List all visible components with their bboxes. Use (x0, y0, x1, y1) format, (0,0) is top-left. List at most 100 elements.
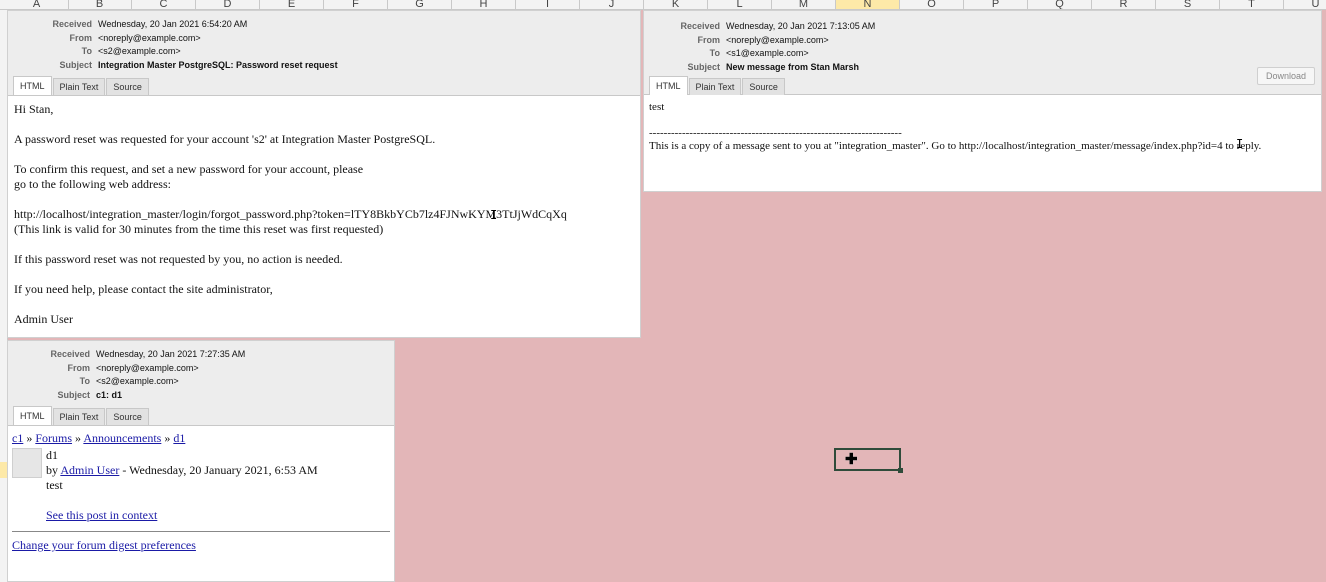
breadcrumb-link[interactable]: Forums (35, 431, 72, 445)
post-date: - Wednesday, 20 January 2021, 6:53 AM (122, 463, 318, 477)
tab-source[interactable]: Source (106, 408, 149, 425)
subject-value: Integration Master PostgreSQL: Password … (98, 59, 338, 70)
column-header-g[interactable]: G (388, 0, 452, 9)
column-header-e[interactable]: E (260, 0, 324, 9)
received-value: Wednesday, 20 Jan 2021 7:27:35 AM (96, 349, 246, 359)
to-value: <s2@example.com> (96, 376, 179, 386)
column-header-r[interactable]: R (1092, 0, 1156, 9)
column-header-k[interactable]: K (644, 0, 708, 9)
column-header-j[interactable]: J (580, 0, 644, 9)
post-context-link[interactable]: See this post in context (46, 508, 157, 522)
by-prefix: by (46, 463, 58, 477)
email-body: c1 » Forums » Announcements » d1 d1 by A… (8, 426, 394, 558)
view-tabs: HTML Plain Text Source (644, 76, 1321, 95)
breadcrumb-link[interactable]: d1 (173, 431, 185, 445)
breadcrumb-link[interactable]: c1 (12, 431, 23, 445)
author-link[interactable]: Admin User (60, 463, 119, 477)
to-label: To (79, 376, 90, 386)
body-text: To confirm this request, and set a new p… (14, 162, 364, 176)
column-header-l[interactable]: L (708, 0, 772, 9)
text-cursor-icon: I (490, 208, 498, 222)
from-label: From (697, 34, 721, 45)
received-label: Received (52, 19, 92, 29)
tab-plain-text[interactable]: Plain Text (52, 408, 106, 425)
column-header-a[interactable]: A (5, 0, 69, 9)
column-header-c[interactable]: C (132, 0, 196, 9)
text-cursor-icon: I (1236, 137, 1244, 151)
body-text: If you need help, please contact the sit… (14, 282, 273, 296)
subject-value: New message from Stan Marsh (726, 61, 860, 72)
divider-line: ----------------------------------------… (649, 127, 902, 139)
column-header-f[interactable]: F (324, 0, 388, 9)
column-header-b[interactable]: B (68, 0, 132, 9)
breadcrumb-separator: » (75, 431, 82, 445)
download-button[interactable]: Download (1256, 67, 1315, 85)
from-value: <noreply@example.com> (98, 32, 201, 43)
body-text: (This link is valid for 30 minutes from … (14, 222, 384, 236)
breadcrumb-link[interactable]: Announcements (83, 431, 161, 445)
column-header-i[interactable]: I (516, 0, 580, 9)
email-preview-forum-post: Received Wednesday, 20 Jan 2021 7:27:35 A… (7, 340, 395, 582)
column-header-p[interactable]: P (964, 0, 1028, 9)
body-text: test (649, 101, 665, 113)
column-header-u[interactable]: U (1284, 0, 1326, 9)
post-byline: by Admin User - Wednesday, 20 January 20… (46, 463, 318, 478)
to-value: <s1@example.com> (726, 48, 809, 58)
column-header-o[interactable]: O (900, 0, 964, 9)
breadcrumb-separator: » (164, 431, 171, 445)
divider (12, 531, 390, 532)
tab-source[interactable]: Source (742, 78, 785, 95)
subject-label: Subject (57, 389, 90, 400)
tab-html[interactable]: HTML (649, 76, 688, 95)
received-label: Received (680, 21, 720, 31)
column-header-d[interactable]: D (196, 0, 260, 9)
footer-text: This is a copy of a message sent to you … (649, 140, 1262, 152)
from-label: From (67, 362, 91, 373)
view-tabs: HTML Plain Text Source (8, 406, 394, 426)
crosshair-cursor-icon: ✚ (845, 451, 858, 468)
avatar (12, 448, 42, 478)
tab-source[interactable]: Source (106, 78, 149, 95)
received-label: Received (50, 349, 90, 359)
view-tabs: HTML Plain Text Source (8, 76, 640, 96)
email-preview-password-reset: Received Wednesday, 20 Jan 2021 6:54:20 A… (7, 10, 641, 338)
breadcrumb: c1 » Forums » Announcements » d1 (12, 431, 390, 446)
email-header: Received Wednesday, 20 Jan 2021 6:54:20 A… (8, 11, 640, 96)
post-title: d1 (46, 448, 58, 462)
email-body: Hi Stan, A password reset was requested … (8, 96, 640, 333)
body-text: If this password reset was not requested… (14, 252, 343, 266)
tab-html[interactable]: HTML (13, 76, 52, 95)
column-header-n[interactable]: N (836, 0, 900, 9)
to-label: To (709, 48, 720, 58)
column-header-m[interactable]: M (772, 0, 836, 9)
column-header-h[interactable]: H (452, 0, 516, 9)
fill-handle[interactable] (898, 468, 903, 473)
from-value: <noreply@example.com> (96, 362, 199, 373)
column-header-bar: A B C D E F G H I J K L M N O P Q R S T … (0, 0, 1326, 10)
from-label: From (69, 32, 93, 43)
post-text: test (46, 478, 63, 492)
tab-plain-text[interactable]: Plain Text (52, 78, 106, 95)
email-header: Received Wednesday, 20 Jan 2021 7:27:35 A… (8, 341, 394, 426)
received-value: Wednesday, 20 Jan 2021 7:13:05 AM (726, 21, 876, 31)
received-value: Wednesday, 20 Jan 2021 6:54:20 AM (98, 19, 248, 29)
email-header: Received Wednesday, 20 Jan 2021 7:13:05 A… (644, 11, 1321, 95)
reset-link[interactable]: http://localhost/integration_master/logi… (14, 207, 634, 222)
signature: Admin User (14, 312, 73, 326)
selected-row-indicator (0, 462, 7, 478)
digest-preferences-link[interactable]: Change your forum digest preferences (12, 538, 196, 552)
to-label: To (81, 46, 92, 56)
tab-plain-text[interactable]: Plain Text (688, 78, 742, 95)
subject-value: c1: d1 (96, 389, 123, 400)
column-header-t[interactable]: T (1220, 0, 1284, 9)
tab-html[interactable]: HTML (13, 406, 52, 425)
column-header-q[interactable]: Q (1028, 0, 1092, 9)
column-header-s[interactable]: S (1156, 0, 1220, 9)
greeting: Hi Stan, (14, 102, 54, 116)
email-body: test -----------------------------------… (644, 95, 1321, 158)
from-value: <noreply@example.com> (726, 34, 829, 45)
to-value: <s2@example.com> (98, 46, 181, 56)
subject-label: Subject (687, 61, 720, 72)
body-text: A password reset was requested for your … (14, 132, 436, 146)
subject-label: Subject (59, 59, 92, 70)
